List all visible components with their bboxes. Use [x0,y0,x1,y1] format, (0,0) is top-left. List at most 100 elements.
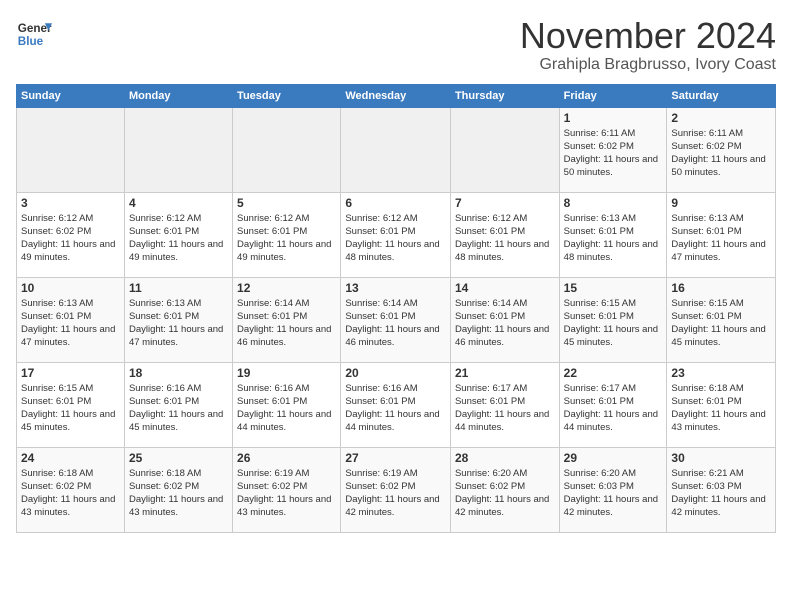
day-info: Sunrise: 6:13 AM Sunset: 6:01 PM Dayligh… [671,212,771,265]
calendar-cell: 30Sunrise: 6:21 AM Sunset: 6:03 PM Dayli… [667,447,776,532]
day-number: 18 [129,366,228,380]
calendar-cell: 23 Sunrise: 6:18 AM Sunset: 6:01 PM Dayli… [667,362,776,447]
day-number: 19 [237,366,336,380]
calendar-week-row: 1Sunrise: 6:11 AM Sunset: 6:02 PM Daylig… [17,107,776,192]
day-info: Sunrise: 6:15 AM Sunset: 6:01 PM Dayligh… [21,382,120,435]
day-info: Sunrise: 6:12 AM Sunset: 6:01 PM Dayligh… [345,212,446,265]
calendar-title: November 2024 [520,16,776,56]
day-info: Sunrise: 6:11 AM Sunset: 6:02 PM Dayligh… [564,127,663,180]
calendar-cell: 1Sunrise: 6:11 AM Sunset: 6:02 PM Daylig… [559,107,667,192]
calendar-cell: 29 Sunrise: 6:20 AM Sunset: 6:03 PM Dayli… [559,447,667,532]
day-number: 27 [345,451,446,465]
calendar-cell: 3 Sunrise: 6:12 AM Sunset: 6:02 PM Daylig… [17,192,125,277]
day-info: Sunrise: 6:15 AM Sunset: 6:01 PM Dayligh… [564,297,663,350]
page-header: General Blue November 2024 Grahipla Brag… [16,16,776,74]
day-number: 6 [345,196,446,210]
day-info: Sunrise: 6:12 AM Sunset: 6:02 PM Dayligh… [21,212,120,265]
day-number: 25 [129,451,228,465]
calendar-week-row: 10 Sunrise: 6:13 AM Sunset: 6:01 PM Dayli… [17,277,776,362]
day-number: 24 [21,451,120,465]
day-info: Sunrise: 6:17 AM Sunset: 6:01 PM Dayligh… [564,382,663,435]
calendar-cell: 26 Sunrise: 6:19 AM Sunset: 6:02 PM Dayli… [233,447,341,532]
day-number: 29 [564,451,663,465]
calendar-week-row: 17 Sunrise: 6:15 AM Sunset: 6:01 PM Dayli… [17,362,776,447]
day-number: 28 [455,451,555,465]
day-info: Sunrise: 6:12 AM Sunset: 6:01 PM Dayligh… [129,212,228,265]
day-number: 26 [237,451,336,465]
day-number: 17 [21,366,120,380]
calendar-week-row: 24 Sunrise: 6:18 AM Sunset: 6:02 PM Dayli… [17,447,776,532]
day-info: Sunrise: 6:12 AM Sunset: 6:01 PM Dayligh… [237,212,336,265]
calendar-cell: 13 Sunrise: 6:14 AM Sunset: 6:01 PM Dayli… [341,277,451,362]
day-info: Sunrise: 6:14 AM Sunset: 6:01 PM Dayligh… [345,297,446,350]
calendar-cell: 6 Sunrise: 6:12 AM Sunset: 6:01 PM Daylig… [341,192,451,277]
day-info: Sunrise: 6:16 AM Sunset: 6:01 PM Dayligh… [345,382,446,435]
day-info: Sunrise: 6:20 AM Sunset: 6:03 PM Dayligh… [564,467,663,520]
calendar-cell: 14 Sunrise: 6:14 AM Sunset: 6:01 PM Dayli… [450,277,559,362]
day-number: 15 [564,281,663,295]
day-number: 10 [21,281,120,295]
day-number: 3 [21,196,120,210]
svg-text:Blue: Blue [18,35,44,48]
calendar-cell: 24 Sunrise: 6:18 AM Sunset: 6:02 PM Dayli… [17,447,125,532]
day-number: 8 [564,196,663,210]
calendar-cell [341,107,451,192]
header-thursday: Thursday [450,84,559,107]
calendar-cell: 20 Sunrise: 6:16 AM Sunset: 6:01 PM Dayli… [341,362,451,447]
day-info: Sunrise: 6:19 AM Sunset: 6:02 PM Dayligh… [237,467,336,520]
calendar-cell [17,107,125,192]
logo-icon: General Blue [16,16,52,52]
day-info: Sunrise: 6:18 AM Sunset: 6:02 PM Dayligh… [21,467,120,520]
day-number: 23 [671,366,771,380]
calendar-cell: 9 Sunrise: 6:13 AM Sunset: 6:01 PM Daylig… [667,192,776,277]
calendar-cell: 25Sunrise: 6:18 AM Sunset: 6:02 PM Dayli… [124,447,232,532]
day-info: Sunrise: 6:13 AM Sunset: 6:01 PM Dayligh… [21,297,120,350]
day-number: 9 [671,196,771,210]
calendar-subtitle: Grahipla Bragbrusso, Ivory Coast [520,56,776,74]
day-info: Sunrise: 6:14 AM Sunset: 6:01 PM Dayligh… [455,297,555,350]
day-info: Sunrise: 6:19 AM Sunset: 6:02 PM Dayligh… [345,467,446,520]
day-info: Sunrise: 6:16 AM Sunset: 6:01 PM Dayligh… [129,382,228,435]
header-friday: Friday [559,84,667,107]
logo: General Blue [16,16,52,52]
calendar-cell [233,107,341,192]
day-info: Sunrise: 6:13 AM Sunset: 6:01 PM Dayligh… [564,212,663,265]
day-number: 4 [129,196,228,210]
calendar-cell: 12Sunrise: 6:14 AM Sunset: 6:01 PM Dayli… [233,277,341,362]
day-number: 14 [455,281,555,295]
header-wednesday: Wednesday [341,84,451,107]
day-info: Sunrise: 6:11 AM Sunset: 6:02 PM Dayligh… [671,127,771,180]
day-info: Sunrise: 6:18 AM Sunset: 6:01 PM Dayligh… [671,382,771,435]
day-info: Sunrise: 6:17 AM Sunset: 6:01 PM Dayligh… [455,382,555,435]
header-monday: Monday [124,84,232,107]
day-number: 13 [345,281,446,295]
calendar-cell: 7Sunrise: 6:12 AM Sunset: 6:01 PM Daylig… [450,192,559,277]
calendar-cell: 18 Sunrise: 6:16 AM Sunset: 6:01 PM Dayli… [124,362,232,447]
calendar-cell: 27 Sunrise: 6:19 AM Sunset: 6:02 PM Dayli… [341,447,451,532]
calendar-cell: 19 Sunrise: 6:16 AM Sunset: 6:01 PM Dayli… [233,362,341,447]
day-number: 16 [671,281,771,295]
calendar-cell: 16 Sunrise: 6:15 AM Sunset: 6:01 PM Dayli… [667,277,776,362]
calendar-cell: 8 Sunrise: 6:13 AM Sunset: 6:01 PM Daylig… [559,192,667,277]
day-number: 20 [345,366,446,380]
calendar-week-row: 3 Sunrise: 6:12 AM Sunset: 6:02 PM Daylig… [17,192,776,277]
day-info: Sunrise: 6:14 AM Sunset: 6:01 PM Dayligh… [237,297,336,350]
calendar-cell: 10 Sunrise: 6:13 AM Sunset: 6:01 PM Dayli… [17,277,125,362]
calendar-cell [124,107,232,192]
title-block: November 2024 Grahipla Bragbrusso, Ivory… [520,16,776,74]
day-info: Sunrise: 6:13 AM Sunset: 6:01 PM Dayligh… [129,297,228,350]
day-number: 21 [455,366,555,380]
header-sunday: Sunday [17,84,125,107]
calendar-cell [450,107,559,192]
calendar-cell: 21 Sunrise: 6:17 AM Sunset: 6:01 PM Dayli… [450,362,559,447]
day-info: Sunrise: 6:15 AM Sunset: 6:01 PM Dayligh… [671,297,771,350]
day-number: 5 [237,196,336,210]
day-info: Sunrise: 6:16 AM Sunset: 6:01 PM Dayligh… [237,382,336,435]
calendar-cell: 15 Sunrise: 6:15 AM Sunset: 6:01 PM Dayli… [559,277,667,362]
header-tuesday: Tuesday [233,84,341,107]
calendar-cell: 4 Sunrise: 6:12 AM Sunset: 6:01 PM Daylig… [124,192,232,277]
calendar-table: SundayMondayTuesdayWednesdayThursdayFrid… [16,84,776,533]
calendar-header-row: SundayMondayTuesdayWednesdayThursdayFrid… [17,84,776,107]
day-info: Sunrise: 6:21 AM Sunset: 6:03 PM Dayligh… [671,467,771,520]
day-info: Sunrise: 6:20 AM Sunset: 6:02 PM Dayligh… [455,467,555,520]
